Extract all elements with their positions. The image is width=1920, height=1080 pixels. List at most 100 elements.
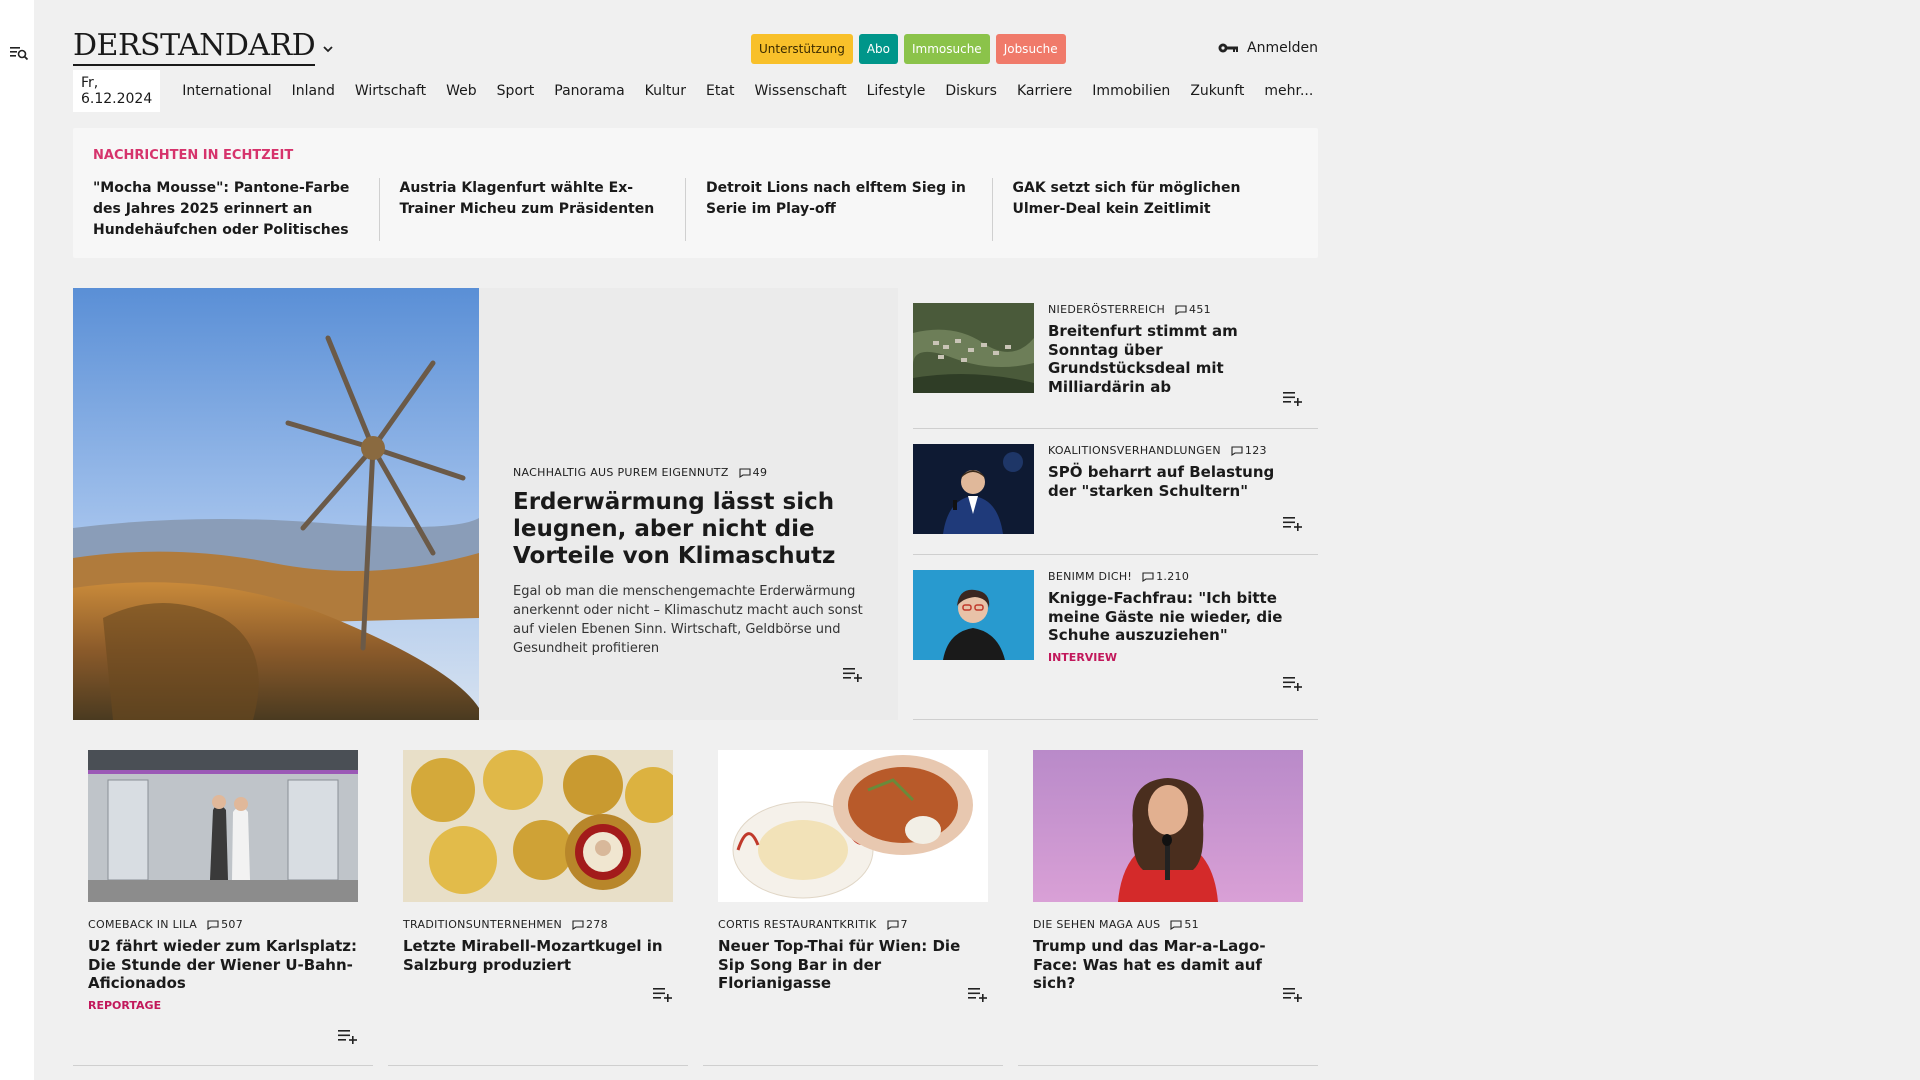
story-headline[interactable]: Neuer Top-Thai für Wien: Die Sip Song Ba… xyxy=(718,937,988,993)
story-image xyxy=(403,750,673,902)
nav-item-sport[interactable]: Sport xyxy=(487,83,545,99)
comment-count[interactable]: 1.210 xyxy=(1142,570,1189,583)
story-card[interactable]: CORTIS RESTAURANTKRITIK 7 Neuer Top-Thai… xyxy=(703,750,1003,1066)
story-headline[interactable]: Letzte Mirabell-Mozartkugel in Salzburg … xyxy=(403,937,673,974)
login-button[interactable]: Anmelden xyxy=(1217,40,1318,56)
story-headline[interactable]: Knigge-Fachfrau: "Ich bitte meine Gäste … xyxy=(1048,589,1304,645)
nav-item-panorama[interactable]: Panorama xyxy=(544,83,634,99)
nav-item-kultur[interactable]: Kultur xyxy=(635,83,696,99)
story-kicker-label: BENIMM DICH! xyxy=(1048,570,1133,583)
story-headline[interactable]: SPÖ beharrt auf Belastung der "starken S… xyxy=(1048,463,1304,500)
breaking-news-item[interactable]: GAK setzt sich für möglichen Ulmer-Deal … xyxy=(991,178,1299,241)
add-to-list-icon[interactable] xyxy=(1283,515,1303,531)
hero-headline[interactable]: Erderwärmung lässt sich leugnen, aber ni… xyxy=(513,489,873,570)
story-card[interactable]: DIE SEHEN MAGA AUS 51 Trump und das Mar-… xyxy=(1018,750,1318,1066)
nav-item-web[interactable]: Web xyxy=(436,83,487,99)
nav-item-wissenschaft[interactable]: Wissenschaft xyxy=(744,83,856,99)
story-kicker-label: COMEBACK IN LILA xyxy=(88,918,198,931)
story-headline[interactable]: Trump und das Mar-a-Lago-Face: Was hat e… xyxy=(1033,937,1303,993)
side-story[interactable]: NIEDERÖSTERREICH 451 Breitenfurt stimmt … xyxy=(913,288,1318,429)
breaking-news-item[interactable]: Austria Klagenfurt wählte Ex-Trainer Mic… xyxy=(378,178,686,241)
breaking-news-item[interactable]: Detroit Lions nach elftem Sieg in Serie … xyxy=(685,178,992,241)
comment-icon xyxy=(1142,571,1154,582)
story-kicker: NIEDERÖSTERREICH 451 xyxy=(1048,303,1304,316)
comment-icon xyxy=(1231,445,1243,456)
breaking-news-list: "Mocha Mousse": Pantone-Farbe des Jahres… xyxy=(93,178,1298,241)
story-kicker: CORTIS RESTAURANTKRITIK 7 xyxy=(718,918,988,931)
current-date: Fr, 6.12.2024 xyxy=(73,70,161,112)
site-logo[interactable]: DERSTANDARD xyxy=(73,30,316,66)
add-to-list-icon[interactable] xyxy=(1283,390,1303,406)
comment-count-value: 51 xyxy=(1184,918,1199,931)
comment-icon xyxy=(1175,304,1187,315)
comment-count[interactable]: 123 xyxy=(1231,444,1267,457)
story-tag: REPORTAGE xyxy=(88,998,162,1012)
menu-search-icon[interactable] xyxy=(9,44,29,62)
support-button[interactable]: Unterstützung xyxy=(751,34,853,64)
nav-item-immobilien[interactable]: Immobilien xyxy=(1082,83,1180,99)
add-to-list-icon[interactable] xyxy=(1283,675,1303,691)
comment-count[interactable]: 507 xyxy=(207,918,243,931)
nav-item-etat[interactable]: Etat xyxy=(696,83,744,99)
story-kicker-label: NIEDERÖSTERREICH xyxy=(1048,303,1166,316)
story-text: NIEDERÖSTERREICH 451 Breitenfurt stimmt … xyxy=(1048,303,1304,396)
comment-count[interactable]: 451 xyxy=(1175,303,1211,316)
nav-item-wirtschaft[interactable]: Wirtschaft xyxy=(345,83,436,99)
key-icon xyxy=(1218,43,1239,53)
comment-icon xyxy=(886,919,899,930)
immosuche-button[interactable]: Immosuche xyxy=(903,34,990,64)
nav-item-more[interactable]: mehr... xyxy=(1254,83,1323,99)
story-card[interactable]: TRADITIONSUNTERNEHMEN 278 Letzte Mirabel… xyxy=(388,750,688,1066)
chevron-down-icon[interactable] xyxy=(321,42,335,56)
story-image xyxy=(913,444,1034,534)
comment-count-value: 507 xyxy=(221,918,244,931)
jobsuche-button[interactable]: Jobsuche xyxy=(995,34,1066,64)
story-kicker-label: CORTIS RESTAURANTKRITIK xyxy=(718,918,877,931)
nav-item-karriere[interactable]: Karriere xyxy=(1007,83,1082,99)
nav-item-zukunft[interactable]: Zukunft xyxy=(1180,83,1254,99)
nav-item-inland[interactable]: Inland xyxy=(282,83,345,99)
comment-count-value: 278 xyxy=(586,918,608,931)
story-text: BENIMM DICH! 1.210 Knigge-Fachfrau: "Ich… xyxy=(1048,570,1304,664)
add-to-list-icon[interactable] xyxy=(843,666,863,682)
hero-kicker: NACHHALTIG AUS PUREM EIGENNUTZ 49 xyxy=(513,466,873,479)
story-kicker-label: KOALITIONSVERHANDLUNGEN xyxy=(1048,444,1221,457)
add-to-list-icon[interactable] xyxy=(968,986,988,1002)
comment-count[interactable]: 51 xyxy=(1170,918,1199,931)
story-text: COMEBACK IN LILA 507 U2 fährt wieder zum… xyxy=(88,918,358,1012)
add-to-list-icon[interactable] xyxy=(1283,986,1303,1002)
comment-count-value: 451 xyxy=(1189,303,1211,316)
story-text: KOALITIONSVERHANDLUNGEN 123 SPÖ beharrt … xyxy=(1048,444,1304,500)
story-kicker: BENIMM DICH! 1.210 xyxy=(1048,570,1304,583)
comment-count[interactable]: 49 xyxy=(739,466,768,479)
side-story[interactable]: KOALITIONSVERHANDLUNGEN 123 SPÖ beharrt … xyxy=(913,429,1318,555)
nav-item-lifestyle[interactable]: Lifestyle xyxy=(857,83,936,99)
abo-button[interactable]: Abo xyxy=(858,34,898,64)
comment-count[interactable]: 7 xyxy=(886,918,908,931)
side-story[interactable]: BENIMM DICH! 1.210 Knigge-Fachfrau: "Ich… xyxy=(913,555,1318,720)
comment-count-value: 1.210 xyxy=(1156,570,1190,583)
story-kicker: COMEBACK IN LILA 507 xyxy=(88,918,358,931)
side-stories: NIEDERÖSTERREICH 451 Breitenfurt stimmt … xyxy=(913,288,1318,720)
story-kicker-label: TRADITIONSUNTERNEHMEN xyxy=(403,918,562,931)
hero-story[interactable]: NACHHALTIG AUS PUREM EIGENNUTZ 49 Erderw… xyxy=(73,288,898,720)
story-text: TRADITIONSUNTERNEHMEN 278 Letzte Mirabel… xyxy=(403,918,673,974)
service-buttons: Unterstützung Abo Immosuche Jobsuche xyxy=(751,34,1066,64)
story-kicker: DIE SEHEN MAGA AUS 51 xyxy=(1033,918,1303,931)
story-headline[interactable]: U2 fährt wieder zum Karlsplatz: Die Stun… xyxy=(88,937,358,993)
story-tag: INTERVIEW xyxy=(1048,650,1118,664)
breaking-news-item[interactable]: "Mocha Mousse": Pantone-Farbe des Jahres… xyxy=(93,178,379,241)
left-rail xyxy=(0,0,34,1080)
add-to-list-icon[interactable] xyxy=(653,986,673,1002)
hero-text: NACHHALTIG AUS PUREM EIGENNUTZ 49 Erderw… xyxy=(513,466,873,658)
story-image xyxy=(88,750,358,902)
comment-count[interactable]: 278 xyxy=(572,918,608,931)
add-to-list-icon[interactable] xyxy=(338,1028,358,1044)
story-kicker: TRADITIONSUNTERNEHMEN 278 xyxy=(403,918,673,931)
nav-item-diskurs[interactable]: Diskurs xyxy=(935,83,1007,99)
story-headline[interactable]: Breitenfurt stimmt am Sonntag über Grund… xyxy=(1048,322,1304,396)
story-text: CORTIS RESTAURANTKRITIK 7 Neuer Top-Thai… xyxy=(718,918,988,993)
nav-item-international[interactable]: International xyxy=(172,83,281,99)
story-card[interactable]: COMEBACK IN LILA 507 U2 fährt wieder zum… xyxy=(73,750,373,1066)
story-image xyxy=(913,570,1034,660)
